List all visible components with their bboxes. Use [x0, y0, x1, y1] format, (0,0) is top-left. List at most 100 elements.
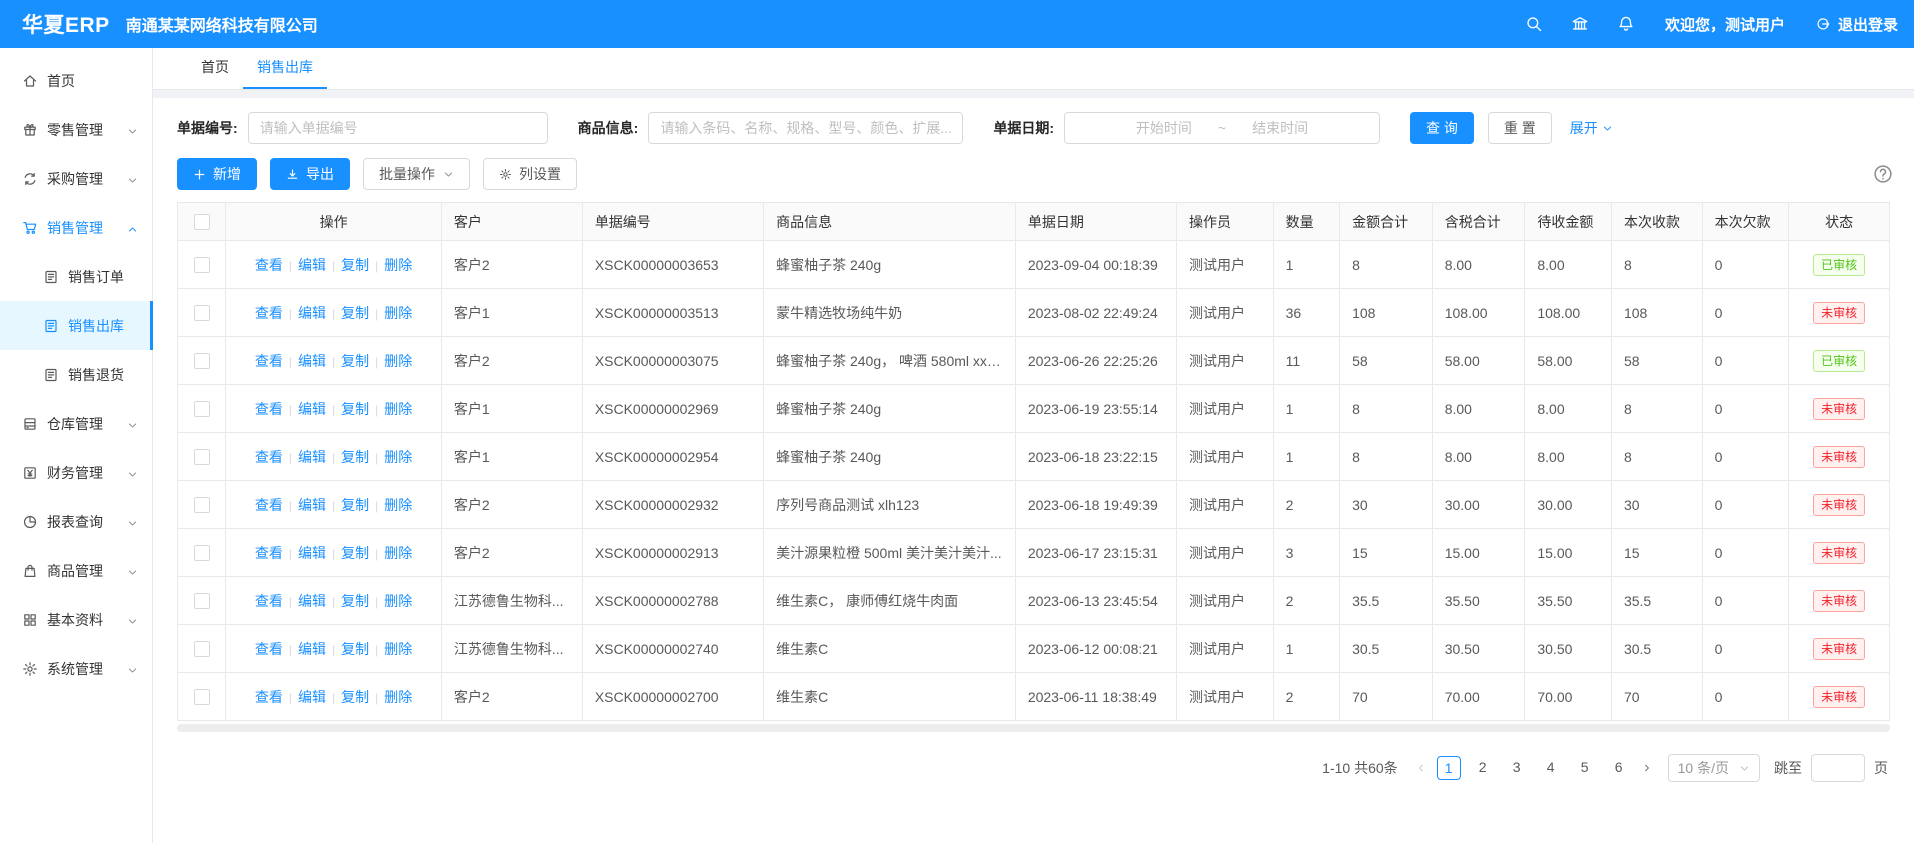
- row-checkbox[interactable]: [194, 545, 210, 561]
- action-delete[interactable]: 删除: [384, 545, 412, 561]
- action-edit[interactable]: 编辑: [298, 593, 326, 609]
- action-delete[interactable]: 删除: [384, 305, 412, 321]
- sidebar-item-finance[interactable]: 财务管理: [0, 448, 152, 497]
- jump-label: 跳至: [1774, 758, 1802, 778]
- action-delete[interactable]: 删除: [384, 401, 412, 417]
- action-copy[interactable]: 复制: [341, 641, 369, 657]
- action-copy[interactable]: 复制: [341, 449, 369, 465]
- row-checkbox[interactable]: [194, 497, 210, 513]
- action-view[interactable]: 查看: [255, 353, 283, 369]
- page-button-4[interactable]: 4: [1539, 756, 1563, 780]
- action-edit[interactable]: 编辑: [298, 449, 326, 465]
- export-button[interactable]: 导出: [270, 158, 350, 190]
- action-edit[interactable]: 编辑: [298, 305, 326, 321]
- action-copy[interactable]: 复制: [341, 305, 369, 321]
- page-button-1[interactable]: 1: [1437, 756, 1461, 780]
- toolbar: 新增 导出 批量操作 列设置: [153, 148, 1914, 190]
- sidebar-item-sales-return[interactable]: 销售退货: [0, 350, 152, 399]
- sidebar-item-purchase[interactable]: 采购管理: [0, 154, 152, 203]
- page-button-6[interactable]: 6: [1607, 756, 1631, 780]
- action-view[interactable]: 查看: [255, 305, 283, 321]
- action-delete[interactable]: 删除: [384, 497, 412, 513]
- sidebar-item-home[interactable]: 首页: [0, 56, 152, 105]
- action-delete[interactable]: 删除: [384, 593, 412, 609]
- page-button-2[interactable]: 2: [1471, 756, 1495, 780]
- reset-button[interactable]: 重 置: [1488, 112, 1552, 144]
- sidebar-item-retail[interactable]: 零售管理: [0, 105, 152, 154]
- page-button-3[interactable]: 3: [1505, 756, 1529, 780]
- jump-page-input[interactable]: [1811, 754, 1865, 782]
- sidebar-item-report[interactable]: 报表查询: [0, 497, 152, 546]
- tab-home[interactable]: 首页: [187, 48, 243, 89]
- action-copy[interactable]: 复制: [341, 497, 369, 513]
- action-view[interactable]: 查看: [255, 641, 283, 657]
- column-settings-button[interactable]: 列设置: [483, 158, 577, 190]
- action-separator: |: [332, 259, 335, 273]
- action-view[interactable]: 查看: [255, 257, 283, 273]
- row-checkbox[interactable]: [194, 353, 210, 369]
- page-size-select[interactable]: 10 条/页: [1668, 754, 1760, 782]
- tab-sales-outbound[interactable]: 销售出库: [243, 48, 327, 89]
- action-edit[interactable]: 编辑: [298, 401, 326, 417]
- action-delete[interactable]: 删除: [384, 353, 412, 369]
- sidebar-item-sales-order[interactable]: 销售订单: [0, 252, 152, 301]
- page-button-5[interactable]: 5: [1573, 756, 1597, 780]
- action-copy[interactable]: 复制: [341, 593, 369, 609]
- row-checkbox[interactable]: [194, 401, 210, 417]
- row-checkbox[interactable]: [194, 257, 210, 273]
- sidebar-item-system[interactable]: 系统管理: [0, 644, 152, 693]
- action-copy[interactable]: 复制: [341, 353, 369, 369]
- action-edit[interactable]: 编辑: [298, 545, 326, 561]
- action-edit[interactable]: 编辑: [298, 257, 326, 273]
- row-checkbox[interactable]: [194, 689, 210, 705]
- action-view[interactable]: 查看: [255, 689, 283, 705]
- action-delete[interactable]: 删除: [384, 641, 412, 657]
- row-checkbox[interactable]: [194, 641, 210, 657]
- row-checkbox[interactable]: [194, 449, 210, 465]
- action-copy[interactable]: 复制: [341, 545, 369, 561]
- sidebar-item-basedata[interactable]: 基本资料: [0, 595, 152, 644]
- platform-bank-icon[interactable]: [1571, 15, 1589, 33]
- action-delete[interactable]: 删除: [384, 449, 412, 465]
- row-checkbox[interactable]: [194, 305, 210, 321]
- action-delete[interactable]: 删除: [384, 689, 412, 705]
- action-edit[interactable]: 编辑: [298, 641, 326, 657]
- chevron-down-icon: [127, 418, 138, 429]
- action-view[interactable]: 查看: [255, 401, 283, 417]
- product-info-input[interactable]: [648, 112, 963, 144]
- sidebar-item-sales-outbound[interactable]: 销售出库: [0, 301, 152, 350]
- logout-label: 退出登录: [1838, 14, 1898, 35]
- next-page-button[interactable]: [1636, 756, 1658, 780]
- search-button[interactable]: 查 询: [1410, 112, 1474, 144]
- action-copy[interactable]: 复制: [341, 257, 369, 273]
- horizontal-scrollbar[interactable]: [177, 724, 1890, 732]
- action-view[interactable]: 查看: [255, 545, 283, 561]
- row-select-cell: [178, 529, 226, 577]
- action-view[interactable]: 查看: [255, 449, 283, 465]
- sidebar-item-warehouse[interactable]: 仓库管理: [0, 399, 152, 448]
- expand-link[interactable]: 展开: [1570, 118, 1613, 138]
- action-view[interactable]: 查看: [255, 497, 283, 513]
- action-copy[interactable]: 复制: [341, 401, 369, 417]
- bill-date-range-input[interactable]: 开始时间 ~ 结束时间: [1064, 112, 1380, 144]
- notification-bell-icon[interactable]: [1617, 15, 1635, 33]
- sidebar-item-product[interactable]: 商品管理: [0, 546, 152, 595]
- prev-page-button[interactable]: [1410, 756, 1432, 780]
- column-header: 含税合计: [1432, 203, 1525, 241]
- batch-actions-button[interactable]: 批量操作: [363, 158, 470, 190]
- action-delete[interactable]: 删除: [384, 257, 412, 273]
- cell-product: 蜂蜜柚子茶 240g: [764, 433, 1016, 481]
- action-edit[interactable]: 编辑: [298, 353, 326, 369]
- add-button[interactable]: 新增: [177, 158, 257, 190]
- action-edit[interactable]: 编辑: [298, 689, 326, 705]
- row-checkbox[interactable]: [194, 593, 210, 609]
- action-copy[interactable]: 复制: [341, 689, 369, 705]
- select-all-checkbox[interactable]: [194, 214, 210, 230]
- help-icon[interactable]: [1873, 164, 1893, 184]
- logout-button[interactable]: 退出登录: [1815, 14, 1898, 35]
- search-icon[interactable]: [1525, 15, 1543, 33]
- bill-no-input[interactable]: [248, 112, 548, 144]
- action-edit[interactable]: 编辑: [298, 497, 326, 513]
- sidebar-item-sales[interactable]: 销售管理: [0, 203, 152, 252]
- action-view[interactable]: 查看: [255, 593, 283, 609]
